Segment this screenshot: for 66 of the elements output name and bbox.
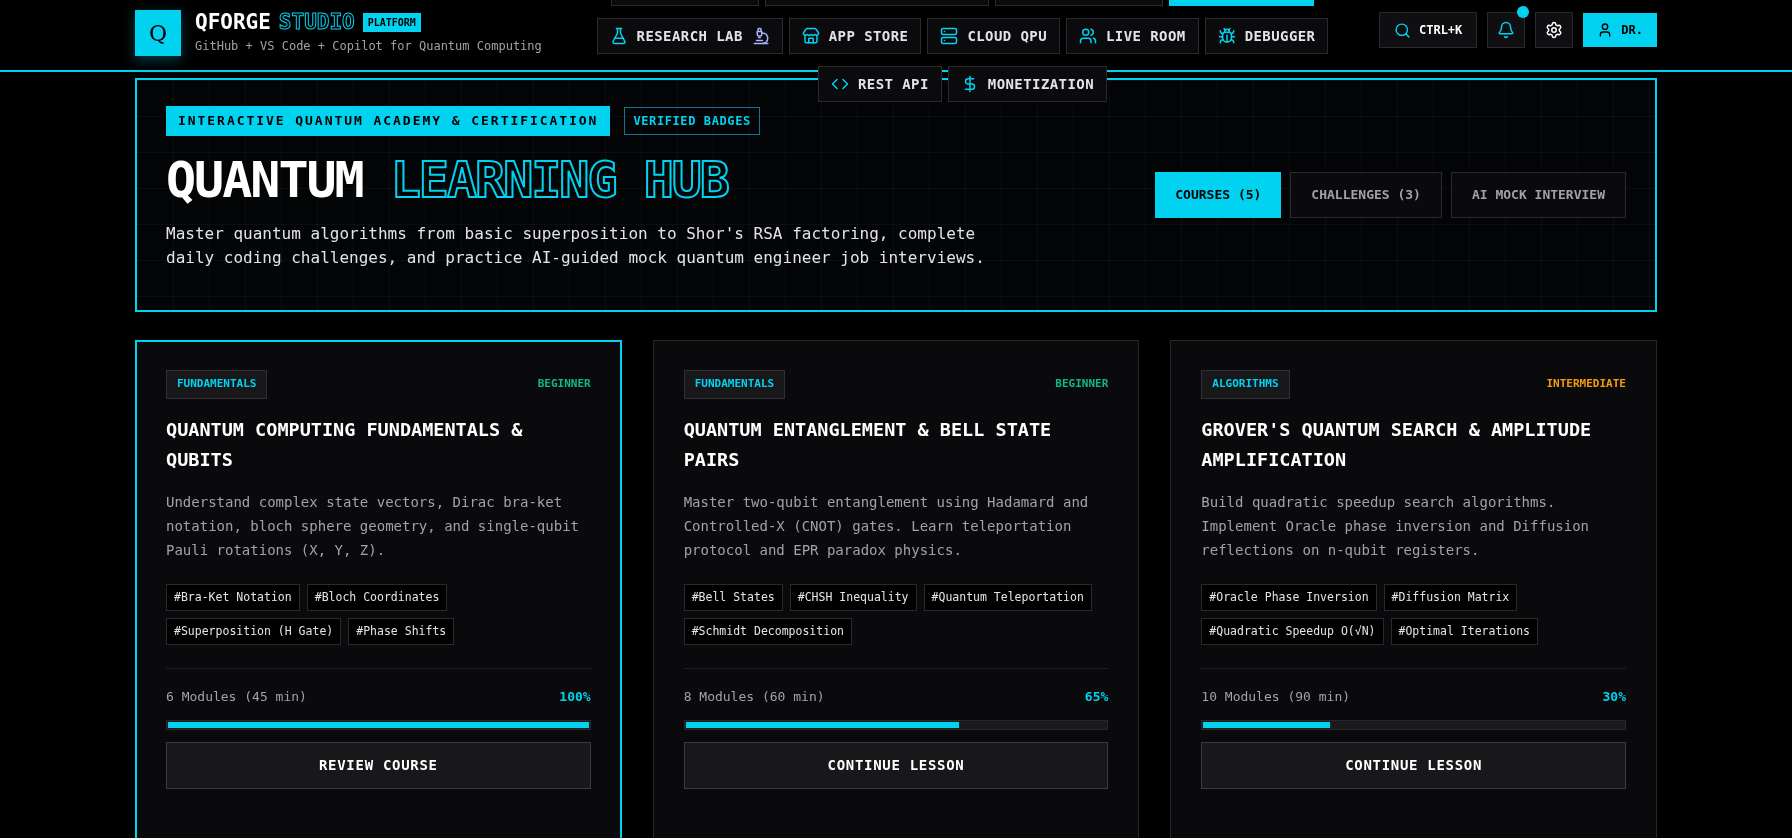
hero-tab[interactable]: CHALLENGES (3) xyxy=(1290,172,1442,218)
modules-count: 8 Modules (60 min) xyxy=(683,687,825,706)
course-action-button[interactable]: CONTINUE LESSON xyxy=(1201,742,1626,789)
nav-button[interactable]: MONETIZATION xyxy=(947,66,1107,102)
verified-badge: VERIFIED BADGES xyxy=(624,106,760,135)
topic-tag: #Bloch Coordinates xyxy=(306,583,448,611)
modules-count: 6 Modules (45 min) xyxy=(166,687,307,706)
topic-tag: #Quantum Teleportation xyxy=(923,583,1092,611)
hero-title-accent: LEARNING HUB xyxy=(390,149,728,210)
progress-percent: 100% xyxy=(559,687,591,706)
flask-icon xyxy=(609,27,628,45)
notifications-button[interactable] xyxy=(1487,12,1526,48)
course-title: QUANTUM COMPUTING FUNDAMENTALS & QUBITS xyxy=(166,417,524,472)
difficulty-label: BEGINNER xyxy=(1055,376,1109,392)
hero-tab[interactable]: AI MOCK INTERVIEW xyxy=(1450,172,1626,218)
topic-tag: #Bell States xyxy=(683,583,783,611)
course-action-button[interactable]: CONTINUE LESSON xyxy=(683,742,1109,789)
modules-count: 10 Modules (90 min) xyxy=(1201,687,1351,706)
topic-tag: #Schmidt Decomposition xyxy=(683,617,852,645)
search-button[interactable]: CTRL+K xyxy=(1378,12,1478,48)
platform-badge: PLATFORM xyxy=(362,12,421,32)
tagline: GitHub + VS Code + Copilot for Quantum Computing xyxy=(195,37,542,55)
hero-description: Master quantum algorithms from basic superposition to Shor's RSA factoring, complete daily coding challenges, and practice AI-guided mock quantum engineer job interviews. xyxy=(166,222,986,269)
server-icon xyxy=(940,27,959,45)
bug-icon xyxy=(1217,27,1236,45)
nav-button[interactable]: LIVE ROOM xyxy=(1066,18,1199,54)
course-action-button[interactable]: REVIEW COURSE xyxy=(166,742,591,789)
logo-icon: Q xyxy=(135,10,181,56)
settings-button[interactable] xyxy=(1535,12,1574,48)
nav-button[interactable]: APP STORE xyxy=(788,18,922,54)
course-description: Understand complex state vectors, Dirac bra-ket notation, bloch sphere geometry, and single-qubit Pauli rotations (X, Y, Z). xyxy=(166,492,580,560)
profile-button[interactable]: DR. xyxy=(1583,13,1657,47)
academy-badge: INTERACTIVE QUANTUM ACADEMY & CERTIFICATION xyxy=(166,106,611,136)
topic-tag: #Bra-Ket Notation xyxy=(166,583,300,611)
topic-tag: #CHSH Inequality xyxy=(789,583,917,611)
store-icon xyxy=(801,27,820,45)
users-icon xyxy=(1079,27,1097,45)
topic-tag: #Oracle Phase Inversion xyxy=(1201,583,1377,611)
brand-name-accent: STUDIO xyxy=(278,11,355,33)
difficulty-label: BEGINNER xyxy=(537,376,591,392)
settings-icon xyxy=(1545,21,1564,39)
difficulty-label: INTERMEDIATE xyxy=(1546,376,1626,392)
progress-percent: 30% xyxy=(1602,687,1626,706)
progress-percent: 65% xyxy=(1084,687,1109,706)
nav-button[interactable]: DEBUGGER xyxy=(1204,18,1329,54)
brand-name: QFORGE xyxy=(195,11,271,33)
topic-tag: #Optimal Iterations xyxy=(1390,617,1539,645)
nav-button[interactable]: REST API xyxy=(818,66,942,102)
topic-tag: #Quadratic Speedup O(√N) xyxy=(1201,617,1384,645)
bell-icon xyxy=(1497,21,1516,39)
course-description: Build quadratic speedup search algorithms. Implement Oracle phase inversion and Diffusion reflections on n-qubit registers. xyxy=(1201,492,1591,560)
course-title: QUANTUM ENTANGLEMENT & BELL STATE PAIRS xyxy=(683,417,1053,472)
category-tag: FUNDAMENTALS xyxy=(683,370,786,399)
course-title: GROVER'S QUANTUM SEARCH & AMPLITUDE AMPLIFICATION xyxy=(1201,417,1593,472)
topic-tag: #Superposition (H Gate) xyxy=(166,617,342,645)
search-icon xyxy=(1393,21,1411,39)
course-description: Master two-qubit entanglement using Hadamard and Controlled-X (CNOT) gates. Learn teleportation protocol and EPR paradox physics. xyxy=(683,492,1090,560)
category-tag: ALGORITHMS xyxy=(1201,370,1290,399)
topic-tag: #Diffusion Matrix xyxy=(1383,583,1518,611)
category-tag: FUNDAMENTALS xyxy=(166,370,268,399)
nav-button[interactable]: RESEARCH LAB xyxy=(596,18,783,54)
topic-tag: #Phase Shifts xyxy=(348,617,455,645)
nav-button[interactable]: CLOUD QPU xyxy=(927,18,1060,54)
hero-tab[interactable]: COURSES (5) xyxy=(1155,172,1282,218)
hero-title: QUANTUM xyxy=(166,149,363,210)
microscope-icon xyxy=(751,27,770,45)
